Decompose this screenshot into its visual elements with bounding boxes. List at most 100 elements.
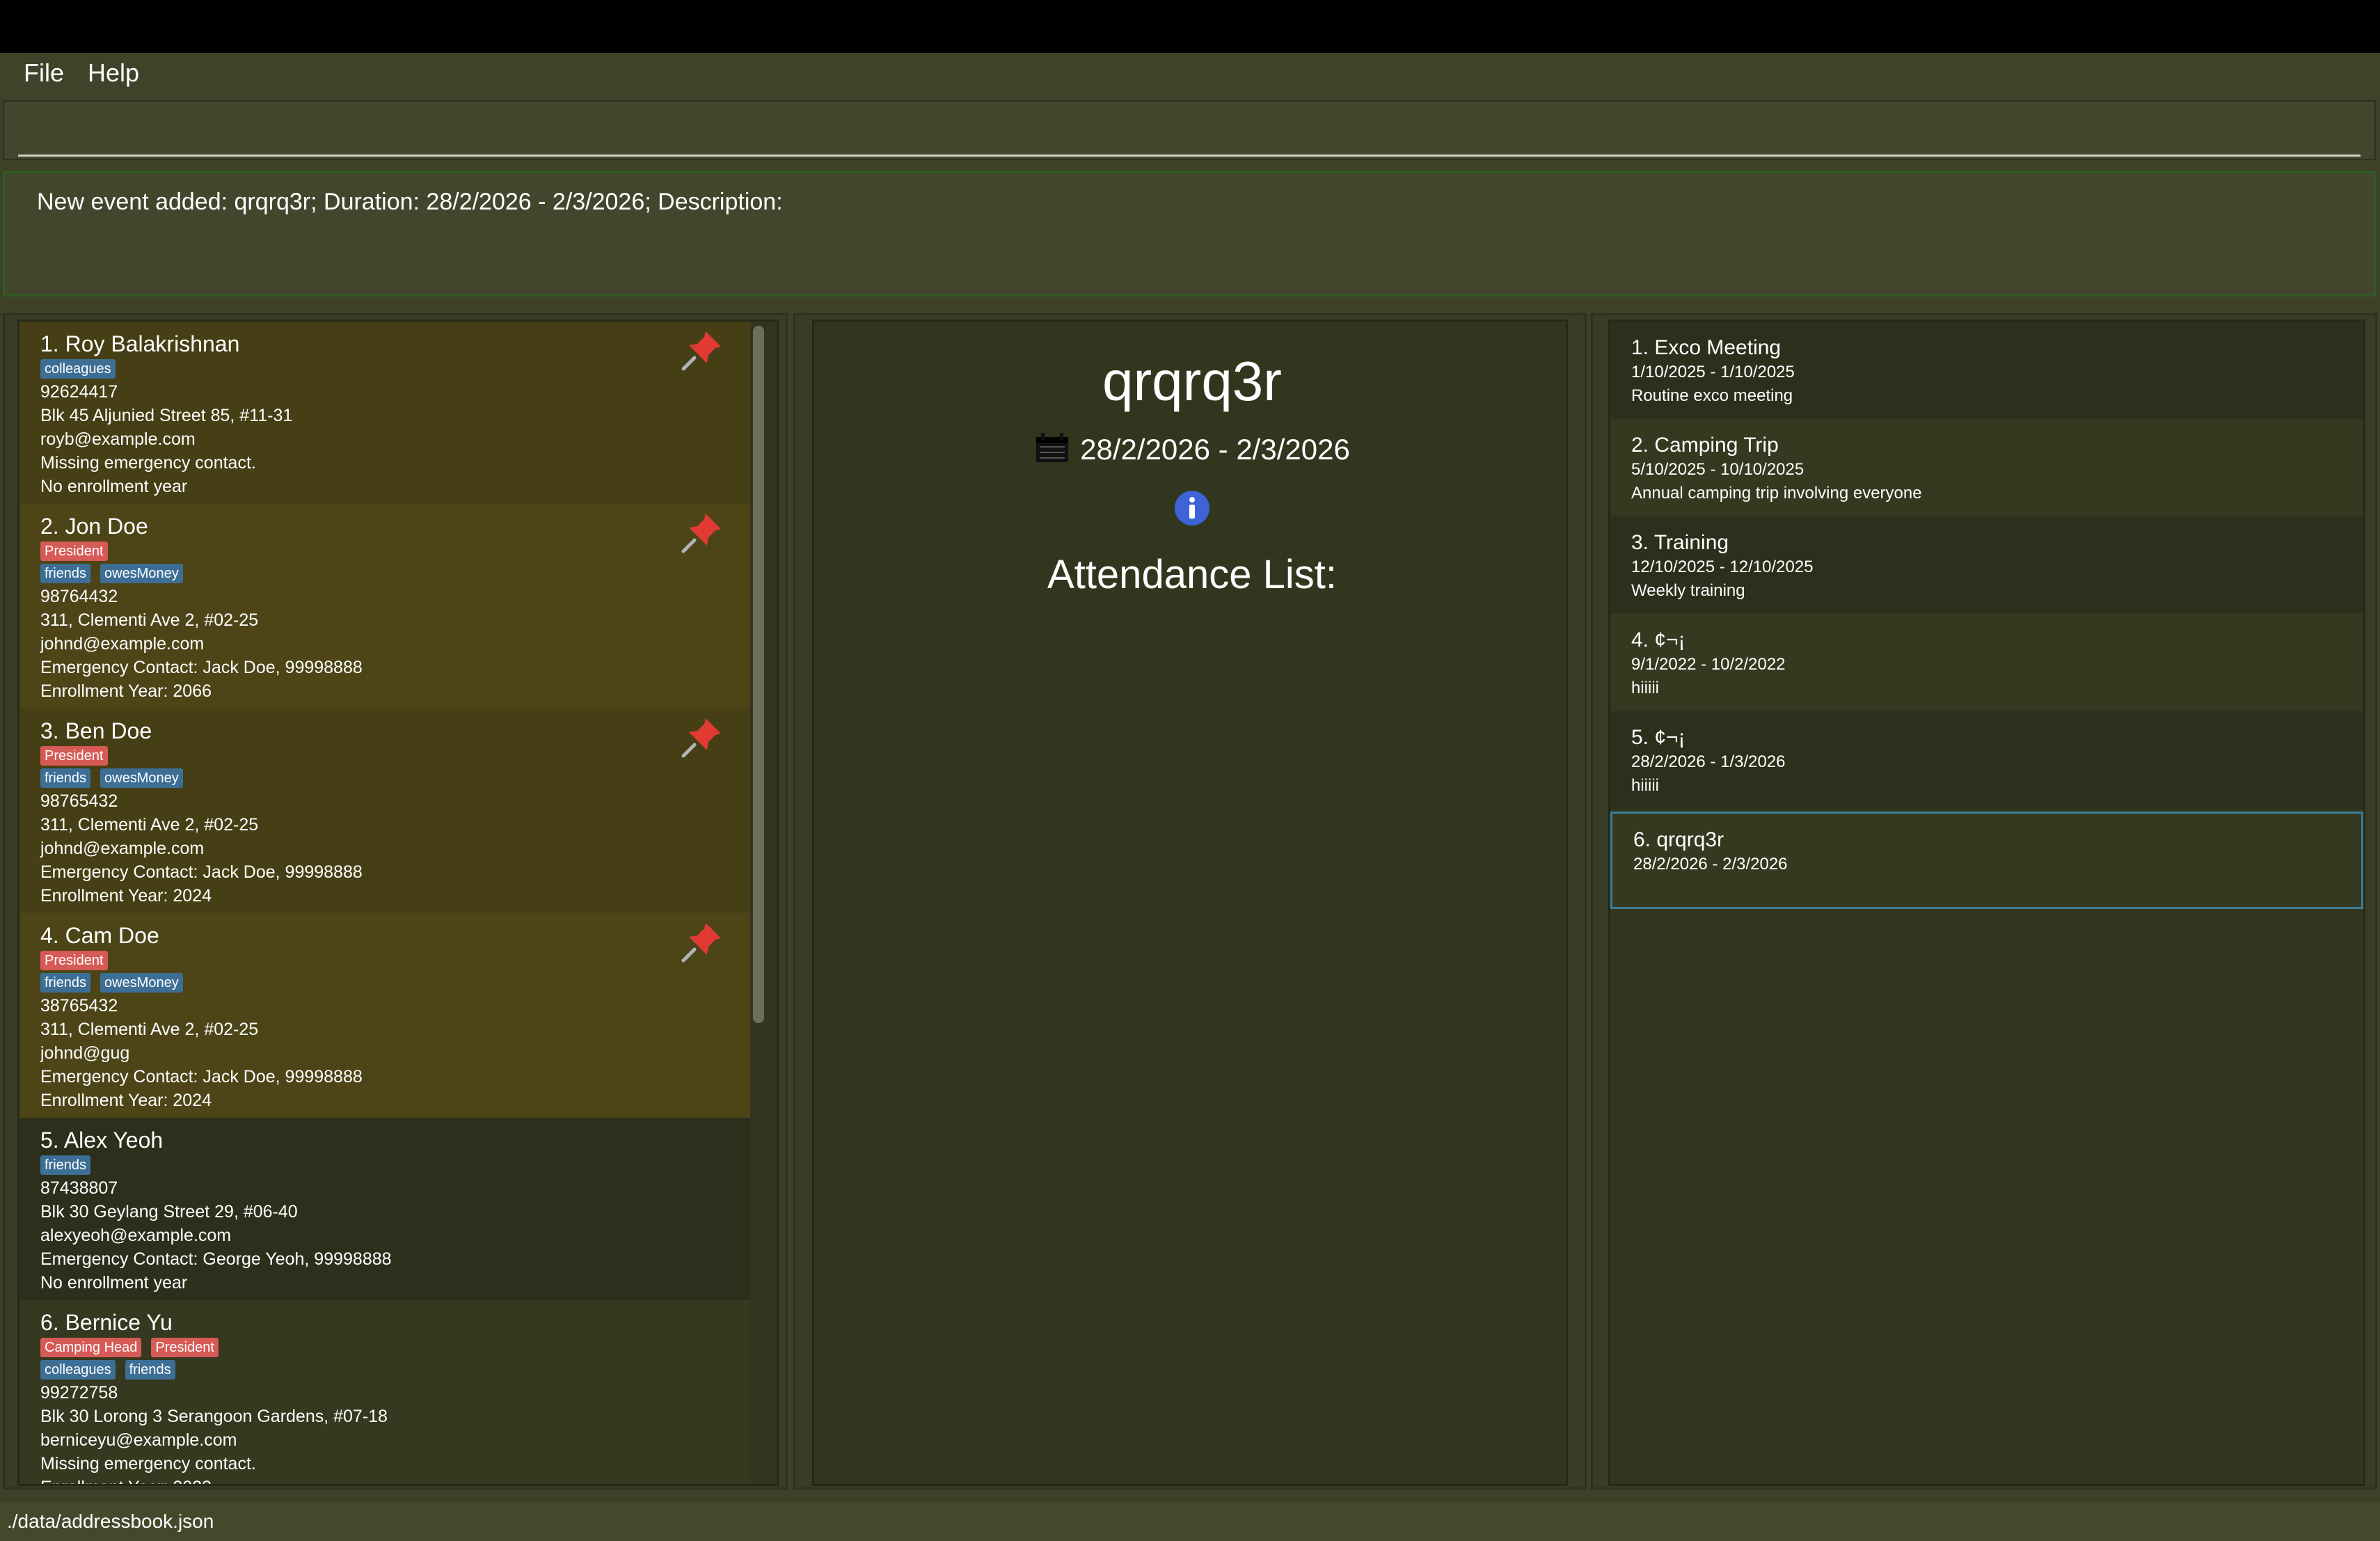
pin-icon (681, 718, 721, 758)
person-email: johnd@gug (40, 1043, 130, 1063)
attendance-list-heading: Attendance List: (1047, 552, 1337, 597)
person-card[interactable]: 3. Ben Doe President friends owesMoney 9… (19, 709, 750, 913)
person-card[interactable]: 4. Cam Doe President friends owesMoney 3… (19, 913, 750, 1118)
status-file-path: ./data/addressbook.json (7, 1510, 214, 1532)
tag: owesMoney (100, 973, 183, 993)
tag-row: President (40, 745, 729, 767)
tag: owesMoney (100, 768, 183, 788)
person-enrollment: Enrollment Year: 2024 (40, 1091, 212, 1110)
person-list[interactable]: 1. Roy Balakrishnan colleagues 92624417 … (17, 319, 779, 1486)
person-emergency: Emergency Contact: Jack Doe, 99998888 (40, 1067, 363, 1086)
result-display: New event added: qrqrq3r; Duration: 28/2… (3, 171, 2376, 297)
tag-row: President (40, 540, 729, 562)
event-detail: qrqrq3r 28/2/2026 - 2/3/2026 Attendance … (812, 319, 1568, 1486)
person-address: Blk 30 Lorong 3 Serangoon Gardens, #07-1… (40, 1407, 388, 1426)
tag-row: friends owesMoney (40, 767, 729, 789)
menu-bar (0, 53, 2380, 99)
tag-row: friends (40, 1154, 729, 1176)
event-name: 1. Exco Meeting (1631, 336, 1782, 359)
event-duration: 28/2/2026 - 2/3/2026 (1633, 855, 1788, 874)
tag: friends (40, 768, 91, 788)
person-card[interactable]: 1. Roy Balakrishnan colleagues 92624417 … (19, 322, 750, 504)
event-duration: 28/2/2026 - 1/3/2026 (1631, 752, 1786, 771)
tag-row: Camping Head President (40, 1336, 729, 1359)
tag-row: colleagues (40, 358, 729, 380)
command-input-underline (18, 155, 2361, 157)
tag-row: colleagues friends (40, 1359, 729, 1381)
person-name: 1. Roy Balakrishnan (40, 331, 240, 356)
menu-file[interactable]: File (24, 58, 64, 88)
person-address: Blk 30 Geylang Street 29, #06-40 (40, 1202, 298, 1222)
event-duration: 12/10/2025 - 12/10/2025 (1631, 558, 1814, 576)
menu-help[interactable]: Help (88, 58, 139, 88)
event-card[interactable]: 3. Training 12/10/2025 - 12/10/2025 Week… (1610, 516, 2363, 614)
tag: friends (40, 973, 91, 993)
person-email: royb@example.com (40, 429, 196, 449)
person-card[interactable]: 2. Jon Doe President friends owesMoney 9… (19, 504, 750, 709)
tag: friends (40, 1155, 91, 1175)
person-name: 5. Alex Yeoh (40, 1128, 164, 1153)
person-card[interactable]: 6. Bernice Yu Camping Head President col… (19, 1300, 750, 1484)
event-list[interactable]: 1. Exco Meeting 1/10/2025 - 1/10/2025 Ro… (1608, 319, 2365, 1486)
tag: President (40, 951, 108, 970)
person-card[interactable]: 5. Alex Yeoh friends 87438807 Blk 30 Gey… (19, 1118, 750, 1300)
tag: Camping Head (40, 1338, 142, 1357)
tag: President (40, 746, 108, 766)
person-address: Blk 45 Aljunied Street 85, #11-31 (40, 406, 293, 425)
command-input[interactable] (3, 100, 2376, 160)
tag: friends (40, 564, 91, 583)
pin-icon (681, 923, 721, 963)
calendar-icon (1036, 433, 1069, 462)
event-name: 2. Camping Trip (1631, 434, 1779, 457)
person-phone: 99272758 (40, 1383, 118, 1402)
person-enrollment: Enrollment Year: 2023 (40, 1476, 729, 1484)
person-address: 311, Clementi Ave 2, #02-25 (40, 815, 259, 835)
event-card[interactable]: 1. Exco Meeting 1/10/2025 - 1/10/2025 Ro… (1610, 322, 2363, 419)
tag-row: friends owesMoney (40, 972, 729, 994)
info-icon (1175, 491, 1209, 525)
person-name: 6. Bernice Yu (40, 1310, 173, 1335)
person-phone: 98765432 (40, 791, 118, 811)
pin-icon (681, 514, 721, 553)
tag: President (151, 1338, 219, 1357)
event-card[interactable]: 2. Camping Trip 5/10/2025 - 10/10/2025 A… (1610, 419, 2363, 516)
event-card[interactable]: 4. ¢¬¡ 9/1/2022 - 10/2/2022 hiiiii (1610, 614, 2363, 711)
person-list-panel: 1. Roy Balakrishnan colleagues 92624417 … (3, 313, 788, 1489)
tag-row: President (40, 949, 729, 972)
person-enrollment: Enrollment Year: 2024 (40, 886, 212, 906)
person-emergency: Missing emergency contact. (40, 1454, 256, 1473)
person-name: 2. Jon Doe (40, 514, 148, 539)
event-description: Weekly training (1631, 581, 1745, 600)
tag: President (40, 542, 108, 561)
event-detail-title: qrqrq3r (1102, 350, 1282, 412)
person-enrollment: No enrollment year (40, 477, 188, 496)
event-duration: 9/1/2022 - 10/2/2022 (1631, 655, 1786, 674)
event-description: Annual camping trip involving everyone (1631, 484, 1922, 503)
event-detail-panel: qrqrq3r 28/2/2026 - 2/3/2026 Attendance … (793, 313, 1587, 1489)
event-description: hiiiii (1631, 679, 1660, 697)
person-email: alexyeoh@example.com (40, 1226, 232, 1245)
event-detail-duration-row: 28/2/2026 - 2/3/2026 (814, 432, 1566, 466)
event-name: 3. Training (1631, 531, 1729, 554)
event-card-selected[interactable]: 6. qrqrq3r 28/2/2026 - 2/3/2026 (1610, 812, 2363, 909)
event-name: 5. ¢¬¡ (1631, 726, 1685, 749)
event-detail-duration: 28/2/2026 - 2/3/2026 (1080, 433, 1350, 466)
event-card[interactable]: 5. ¢¬¡ 28/2/2026 - 1/3/2026 hiiiii (1610, 711, 2363, 809)
person-address: 311, Clementi Ave 2, #02-25 (40, 610, 259, 630)
person-name: 3. Ben Doe (40, 718, 152, 743)
result-message: New event added: qrqrq3r; Duration: 28/2… (37, 189, 783, 215)
person-phone: 92624417 (40, 382, 118, 402)
person-address: 311, Clementi Ave 2, #02-25 (40, 1020, 259, 1039)
window-title-bar (0, 0, 2380, 53)
event-name: 6. qrqrq3r (1633, 828, 1724, 851)
person-emergency: Emergency Contact: Jack Doe, 99998888 (40, 658, 363, 677)
event-list-panel: 1. Exco Meeting 1/10/2025 - 1/10/2025 Ro… (1591, 313, 2377, 1489)
person-enrollment: Enrollment Year: 2066 (40, 681, 212, 701)
event-description: hiiiii (1631, 776, 1660, 795)
person-phone: 87438807 (40, 1178, 118, 1198)
person-name: 4. Cam Doe (40, 923, 159, 948)
person-email: berniceyu@example.com (40, 1430, 237, 1450)
tag: owesMoney (100, 564, 183, 583)
person-emergency: Emergency Contact: George Yeoh, 99998888 (40, 1249, 392, 1269)
person-list-scrollbar[interactable] (753, 326, 764, 1023)
